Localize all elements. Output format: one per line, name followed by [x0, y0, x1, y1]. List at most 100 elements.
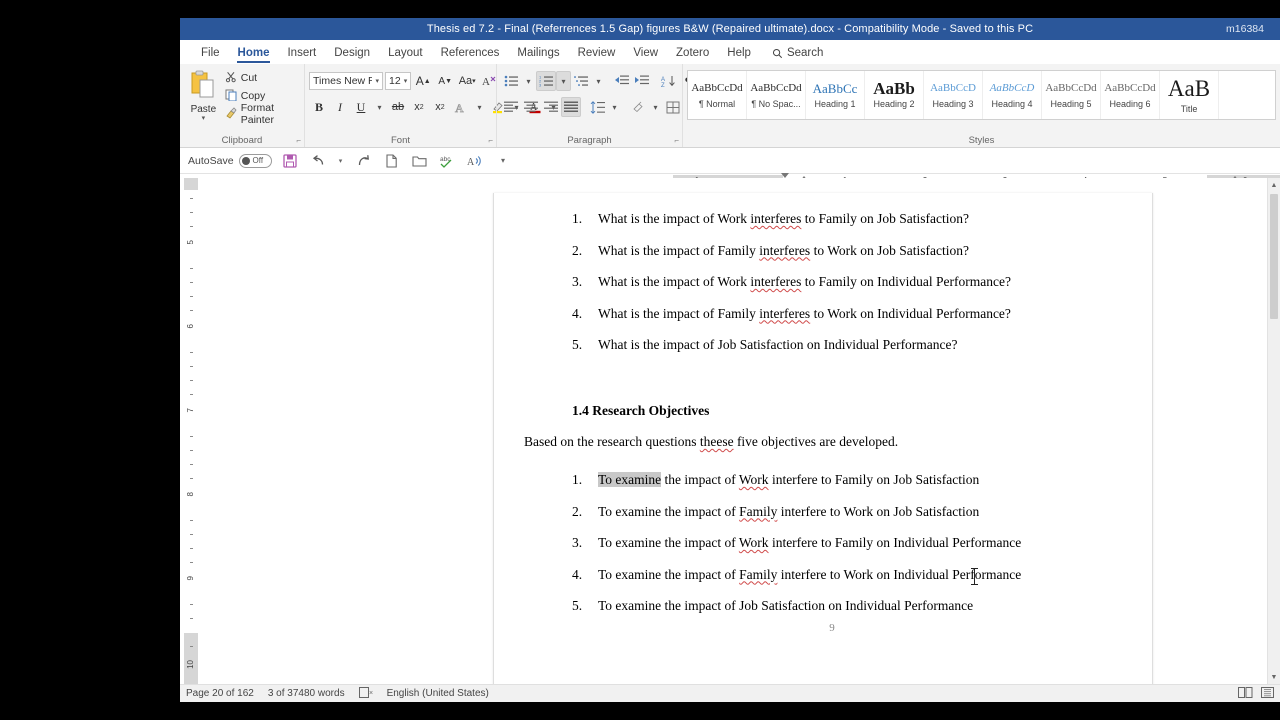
style-preview: AaB: [1167, 75, 1211, 101]
underline-dropdown-icon[interactable]: ▾: [372, 97, 387, 117]
tab-home[interactable]: Home: [229, 45, 279, 63]
style-heading-5[interactable]: AaBbCcDd Heading 5: [1042, 71, 1101, 119]
tab-references[interactable]: References: [432, 45, 509, 63]
list-item[interactable]: 2. To examine the impact of Family inter…: [572, 504, 1092, 520]
tab-help[interactable]: Help: [718, 45, 760, 63]
tab-zotero[interactable]: Zotero: [667, 45, 718, 63]
font-dialog-launcher[interactable]: ⌐: [488, 136, 493, 145]
list-item[interactable]: 5. To examine the impact of Job Satisfac…: [572, 598, 1092, 614]
list-item[interactable]: 4. To examine the impact of Family inter…: [572, 567, 1092, 583]
spellcheck-button[interactable]: abc: [438, 151, 457, 170]
list-item[interactable]: 1. What is the impact of Work interferes…: [572, 211, 1092, 227]
tab-file[interactable]: File: [192, 45, 229, 63]
style-heading-2[interactable]: AaBb Heading 2: [865, 71, 924, 119]
tab-view[interactable]: View: [624, 45, 667, 63]
new-document-button[interactable]: [382, 151, 401, 170]
text-effects-dropdown-icon[interactable]: ▾: [472, 97, 487, 117]
list-item[interactable]: 3. What is the impact of Work interferes…: [572, 274, 1092, 290]
vertical-ruler[interactable]: 5 6 7 8 9 10: [184, 178, 198, 684]
autosave-control[interactable]: AutoSave Off: [188, 153, 272, 168]
language-indicator[interactable]: English (United States): [387, 688, 489, 699]
shrink-font-button[interactable]: A ▼: [435, 71, 455, 91]
paste-dropdown-icon[interactable]: ▾: [202, 115, 206, 123]
list-item[interactable]: 2. What is the impact of Family interfer…: [572, 243, 1092, 259]
scroll-up-icon[interactable]: ▲: [1268, 178, 1280, 192]
grow-font-button[interactable]: A ▲: [413, 71, 433, 91]
numbering-dropdown-icon[interactable]: ▾: [556, 71, 571, 91]
open-folder-button[interactable]: [410, 151, 429, 170]
paste-label: Paste: [190, 104, 217, 115]
list-item[interactable]: 1. To examine the impact of Work interfe…: [572, 472, 1092, 488]
vertical-scrollbar[interactable]: ▲ ▼: [1267, 178, 1280, 684]
italic-button[interactable]: I: [330, 97, 350, 117]
borders-button[interactable]: [663, 97, 683, 117]
justify-button[interactable]: [561, 97, 581, 117]
shading-button[interactable]: [628, 97, 648, 117]
customize-qat-button[interactable]: ▾: [494, 151, 513, 170]
autosave-toggle[interactable]: Off: [238, 153, 272, 168]
style-heading-4[interactable]: AaBbCcD Heading 4: [983, 71, 1042, 119]
proofing-errors-icon[interactable]: ×: [358, 686, 373, 701]
account-name[interactable]: m16384: [1226, 23, 1264, 35]
redo-button[interactable]: [354, 151, 373, 170]
undo-dropdown-icon[interactable]: ▾: [337, 151, 345, 170]
sort-button[interactable]: AZ: [658, 71, 678, 91]
style-heading-3[interactable]: AaBbCcD Heading 3: [924, 71, 983, 119]
list-item[interactable]: 3. To examine the impact of Work interfe…: [572, 535, 1092, 551]
underline-button[interactable]: U: [351, 97, 371, 117]
subscript-button[interactable]: x2: [409, 97, 429, 117]
multilevel-list-button[interactable]: [571, 71, 591, 91]
scrollbar-thumb[interactable]: [1270, 194, 1278, 319]
bold-button[interactable]: B: [309, 97, 329, 117]
increase-indent-button[interactable]: [632, 71, 652, 91]
tab-review[interactable]: Review: [569, 45, 625, 63]
style-title[interactable]: AaB Title: [1160, 71, 1219, 119]
shading-dropdown-icon[interactable]: ▾: [648, 97, 663, 117]
tab-design[interactable]: Design: [325, 45, 379, 63]
style-normal[interactable]: AaBbCcDd ¶ Normal: [688, 71, 747, 119]
save-button[interactable]: [281, 151, 300, 170]
multilevel-dropdown-icon[interactable]: ▾: [591, 71, 606, 91]
tab-layout[interactable]: Layout: [379, 45, 432, 63]
line-spacing-button[interactable]: [587, 97, 607, 117]
search-box[interactable]: Search: [760, 45, 832, 63]
bullets-dropdown-icon[interactable]: ▾: [521, 71, 536, 91]
clipboard-dialog-launcher[interactable]: ⌐: [296, 136, 301, 145]
document-body[interactable]: 1. What is the impact of Work interferes…: [494, 193, 1152, 634]
list-item[interactable]: 4. What is the impact of Family interfer…: [572, 306, 1092, 322]
superscript-button[interactable]: x2: [430, 97, 450, 117]
change-case-button[interactable]: Aa ▾: [457, 71, 477, 91]
font-size-combo[interactable]: 12 ▾: [385, 72, 412, 90]
bullets-button[interactable]: [501, 71, 521, 91]
tab-insert[interactable]: Insert: [278, 45, 325, 63]
strikethrough-button[interactable]: ab: [388, 97, 408, 117]
undo-button[interactable]: [309, 151, 328, 170]
style-heading-6[interactable]: AaBbCcDd Heading 6: [1101, 71, 1160, 119]
document-canvas[interactable]: 1. What is the impact of Work interferes…: [202, 178, 1258, 702]
style-no-spacing[interactable]: AaBbCcDd ¶ No Spac...: [747, 71, 806, 119]
format-painter-button[interactable]: Format Painter: [225, 102, 300, 126]
intro-paragraph[interactable]: Based on the research questions theese f…: [524, 434, 1092, 450]
list-item[interactable]: 5. What is the impact of Job Satisfactio…: [572, 337, 1092, 353]
page-indicator[interactable]: Page 20 of 162: [186, 688, 254, 699]
print-layout-icon[interactable]: [1261, 686, 1274, 701]
read-mode-icon[interactable]: [1238, 686, 1253, 701]
decrease-indent-button[interactable]: [612, 71, 632, 91]
paragraph-dialog-launcher[interactable]: ⌐: [674, 136, 679, 145]
paste-button[interactable]: Paste ▾: [184, 69, 223, 123]
align-left-button[interactable]: [501, 97, 521, 117]
line-spacing-dropdown-icon[interactable]: ▾: [607, 97, 622, 117]
align-right-button[interactable]: [541, 97, 561, 117]
read-aloud-button[interactable]: A: [466, 151, 485, 170]
word-count[interactable]: 3 of 37480 words: [268, 688, 345, 699]
numbering-button[interactable]: 123: [536, 71, 556, 91]
document-page[interactable]: 1. What is the impact of Work interferes…: [493, 193, 1153, 702]
cut-button[interactable]: Cut: [225, 70, 300, 87]
align-center-button[interactable]: [521, 97, 541, 117]
style-heading-1[interactable]: AaBbCc Heading 1: [806, 71, 865, 119]
font-name-combo[interactable]: Times New Rom ▾: [309, 72, 383, 90]
tab-mailings[interactable]: Mailings: [508, 45, 568, 63]
scroll-down-icon[interactable]: ▼: [1268, 670, 1280, 684]
style-preview: AaBbCcDd: [1045, 82, 1097, 94]
text-effects-button[interactable]: A: [451, 97, 471, 117]
